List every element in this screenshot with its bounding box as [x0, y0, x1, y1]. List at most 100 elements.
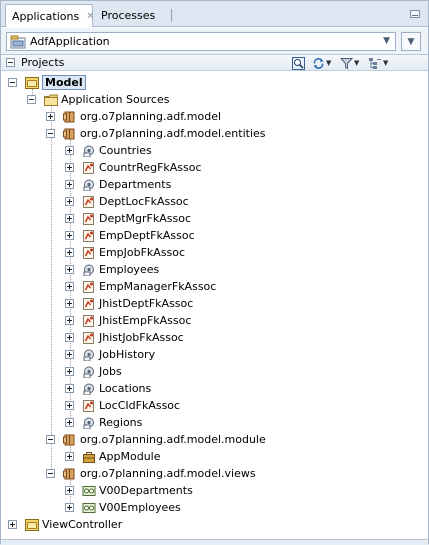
entity-object-icon	[83, 366, 94, 378]
expand-icon[interactable]	[65, 197, 74, 206]
expand-icon[interactable]	[65, 282, 74, 291]
tree-options-button[interactable]: ▼	[368, 56, 388, 70]
tree-node[interactable]: org.o7planning.adf.model.entities	[1, 125, 428, 142]
application-select[interactable]: AdfApplication ▼	[6, 32, 396, 51]
expand-icon[interactable]	[65, 299, 74, 308]
tab-strip: Applications ✕ Processes	[1, 1, 428, 27]
tree-node-label: JhistEmpFkAssoc	[99, 314, 192, 327]
chevron-down-icon[interactable]: ▼	[383, 36, 390, 46]
tree-node-label: AppModule	[99, 450, 161, 463]
application-selector-bar: AdfApplication ▼ ▼	[1, 28, 428, 55]
tree-node[interactable]: EmpManagerFkAssoc	[1, 278, 428, 295]
tree-node-label: org.o7planning.adf.model.views	[80, 467, 256, 480]
expand-icon[interactable]	[65, 316, 74, 325]
collapse-icon[interactable]	[27, 95, 36, 104]
close-icon[interactable]: ✕	[86, 11, 94, 22]
tree-node[interactable]: Countries	[1, 142, 428, 159]
tab-divider	[171, 9, 172, 22]
tree-node[interactable]: org.o7planning.adf.model	[1, 108, 428, 125]
expand-icon[interactable]	[65, 401, 74, 410]
entity-object-icon	[83, 383, 94, 395]
tree-node[interactable]: Application Sources	[1, 91, 428, 108]
tree-node[interactable]: Employees	[1, 261, 428, 278]
tab-applications[interactable]: Applications ✕	[5, 4, 95, 27]
expand-icon[interactable]	[65, 367, 74, 376]
find-button[interactable]	[292, 56, 305, 70]
tree-node[interactable]: AppModule	[1, 448, 428, 465]
filter-button[interactable]: ▼	[340, 56, 359, 70]
tree-node[interactable]: CountrRegFkAssoc	[1, 159, 428, 176]
tree-node[interactable]: JhistEmpFkAssoc	[1, 312, 428, 329]
tree-node-label: DeptMgrFkAssoc	[99, 212, 191, 225]
view-object-icon	[82, 486, 96, 496]
tree-node[interactable]: V00Employees	[1, 499, 428, 516]
expand-icon[interactable]	[65, 503, 74, 512]
collapse-icon[interactable]	[46, 435, 55, 444]
entity-object-icon	[83, 145, 94, 157]
expand-icon[interactable]	[65, 248, 74, 257]
chevron-down-icon: ▼	[326, 59, 332, 67]
tree-node[interactable]: EmpDeptFkAssoc	[1, 227, 428, 244]
tree-node[interactable]: Model	[1, 74, 428, 91]
expand-icon[interactable]	[65, 418, 74, 427]
package-icon	[63, 111, 75, 123]
collapse-panel-icon[interactable]	[6, 58, 15, 67]
tree-node-label: ViewController	[42, 518, 123, 531]
project-icon	[25, 519, 39, 531]
expand-icon[interactable]	[65, 486, 74, 495]
tree-node[interactable]: ViewController	[1, 516, 428, 533]
filter-icon	[340, 57, 353, 69]
tree-node[interactable]: DeptLocFkAssoc	[1, 193, 428, 210]
tree-node-label: org.o7planning.adf.model.module	[80, 433, 266, 446]
application-icon	[10, 35, 26, 48]
minimize-icon[interactable]	[410, 10, 420, 18]
tree-node[interactable]: org.o7planning.adf.model.views	[1, 465, 428, 482]
application-menu-button[interactable]: ▼	[401, 32, 421, 51]
tree-node[interactable]: Locations	[1, 380, 428, 397]
tree-node[interactable]: Regions	[1, 414, 428, 431]
expand-icon[interactable]	[65, 146, 74, 155]
expand-icon[interactable]	[65, 180, 74, 189]
applications-window: Applications ✕ Processes AdfApplication …	[0, 0, 429, 545]
tree-node[interactable]: EmpJobFkAssoc	[1, 244, 428, 261]
tree-node[interactable]: JobHistory	[1, 346, 428, 363]
tree-node[interactable]: Departments	[1, 176, 428, 193]
package-icon	[63, 128, 75, 140]
tree-node[interactable]: JhistJobFkAssoc	[1, 329, 428, 346]
magnifier-icon	[292, 56, 305, 70]
tree-node-label: JobHistory	[99, 348, 156, 361]
tree-node-label: Countries	[99, 144, 152, 157]
tree-node-label: Locations	[99, 382, 152, 395]
tree-node-label: org.o7planning.adf.model	[80, 110, 222, 123]
project-icon	[25, 77, 39, 89]
package-icon	[63, 468, 75, 480]
expand-icon[interactable]	[65, 384, 74, 393]
tree-node-label: EmpManagerFkAssoc	[99, 280, 217, 293]
tree-node[interactable]: org.o7planning.adf.model.module	[1, 431, 428, 448]
tree-node[interactable]: Jobs	[1, 363, 428, 380]
tree-node[interactable]: JhistDeptFkAssoc	[1, 295, 428, 312]
tree-node[interactable]: V00Departments	[1, 482, 428, 499]
refresh-icon	[313, 57, 324, 69]
collapse-icon[interactable]	[8, 78, 17, 87]
association-icon	[83, 213, 94, 225]
expand-icon[interactable]	[65, 231, 74, 240]
expand-icon[interactable]	[65, 214, 74, 223]
collapse-icon[interactable]	[46, 469, 55, 478]
expand-icon[interactable]	[65, 333, 74, 342]
association-icon	[83, 298, 94, 310]
sync-button[interactable]: ▼	[312, 56, 331, 70]
tree-node[interactable]: DeptMgrFkAssoc	[1, 210, 428, 227]
expand-icon[interactable]	[8, 520, 17, 529]
expand-icon[interactable]	[65, 452, 74, 461]
expand-icon[interactable]	[65, 350, 74, 359]
tree-node[interactable]: LocCIdFkAssoc	[1, 397, 428, 414]
tab-processes[interactable]: Processes	[95, 4, 171, 27]
tree-node-label: Model	[42, 75, 86, 90]
collapse-icon[interactable]	[46, 129, 55, 138]
expand-icon[interactable]	[65, 265, 74, 274]
application-module-icon	[83, 452, 95, 463]
expand-icon[interactable]	[65, 163, 74, 172]
projects-header: Projects ▼ ▼ ▼	[1, 55, 428, 71]
expand-icon[interactable]	[46, 112, 55, 121]
